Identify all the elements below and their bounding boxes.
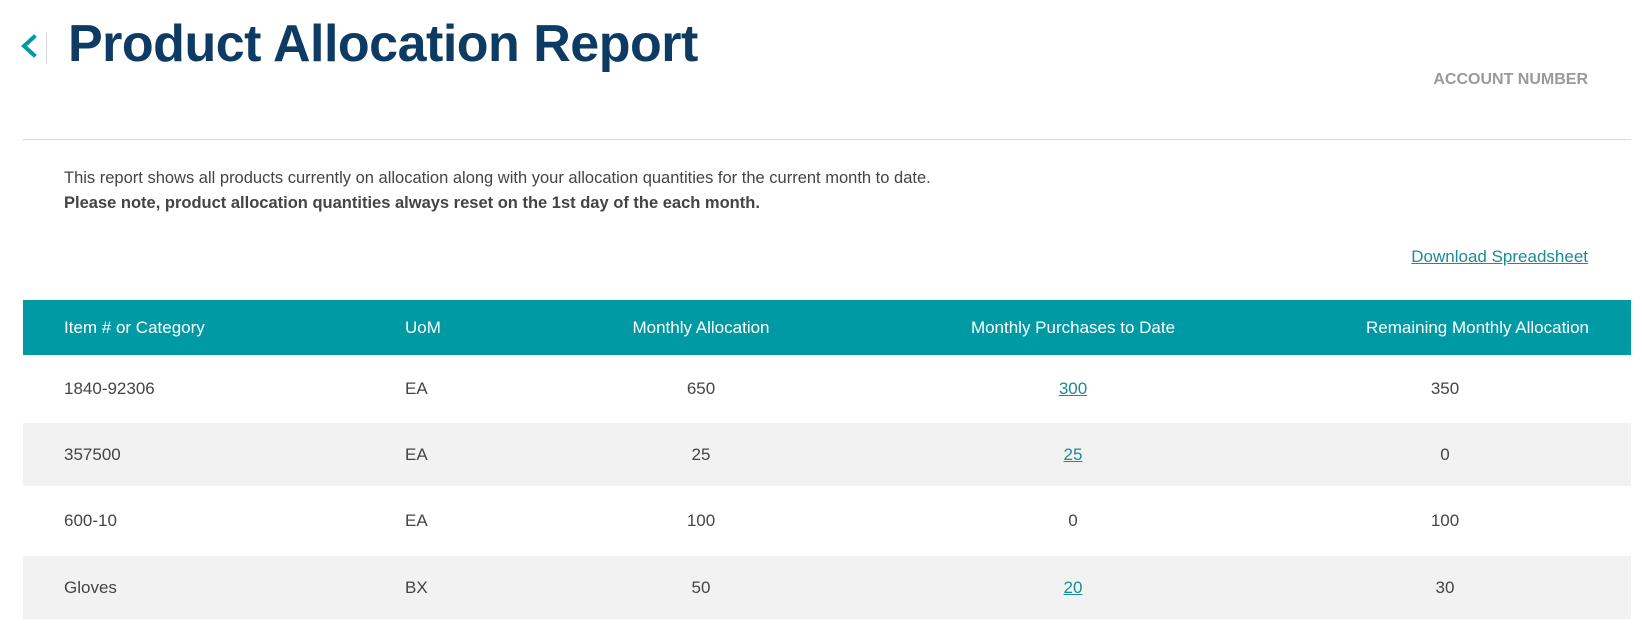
table-row: 1840-92306 EA 650 300 350 xyxy=(23,355,1631,423)
account-number-label: ACCOUNT NUMBER xyxy=(1433,71,1588,88)
column-header-monthly-allocation[interactable]: Monthly Allocation xyxy=(515,300,887,355)
uom-cell: EA xyxy=(405,511,428,530)
description-text: This report shows all products currently… xyxy=(64,169,931,187)
purchases-cell: 20 xyxy=(887,556,1259,619)
purchases-link[interactable]: 20 xyxy=(1064,578,1083,597)
download-spreadsheet-link[interactable]: Download Spreadsheet xyxy=(1411,247,1588,267)
column-header-item[interactable]: Item # or Category xyxy=(23,300,374,355)
item-cell: 600-10 xyxy=(64,511,117,530)
column-header-monthly-purchases[interactable]: Monthly Purchases to Date xyxy=(887,300,1259,355)
report-description: This report shows all products currently… xyxy=(64,166,931,216)
column-header-uom[interactable]: UoM xyxy=(374,300,515,355)
back-button[interactable] xyxy=(14,30,48,64)
page-header: Product Allocation Report ACCOUNT NUMBER xyxy=(0,0,1642,140)
reset-note: Please note, product allocation quantiti… xyxy=(64,194,760,212)
allocation-cell: 25 xyxy=(515,423,887,486)
header-divider xyxy=(23,139,1631,140)
page-title: Product Allocation Report xyxy=(68,15,698,73)
table-row: 357500 EA 25 25 0 xyxy=(23,423,1631,486)
table-row: 600-10 EA 100 0 100 xyxy=(23,486,1631,556)
remaining-cell: 30 xyxy=(1259,556,1631,619)
remaining-cell: 350 xyxy=(1430,379,1460,398)
back-divider xyxy=(46,33,47,63)
column-header-remaining-allocation[interactable]: Remaining Monthly Allocation xyxy=(1259,300,1631,355)
allocation-cell: 50 xyxy=(515,556,887,619)
remaining-cell: 100 xyxy=(1430,511,1460,530)
uom-cell: EA xyxy=(405,379,428,398)
item-cell: 357500 xyxy=(23,423,374,486)
table-header-row: Item # or Category UoM Monthly Allocatio… xyxy=(23,300,1631,355)
chevron-left-icon xyxy=(21,34,37,58)
item-cell: 1840-92306 xyxy=(64,379,155,398)
purchases-cell: 0 xyxy=(1068,511,1078,530)
allocation-cell: 650 xyxy=(686,379,716,398)
table-row: Gloves BX 50 20 30 xyxy=(23,556,1631,619)
allocation-table: Item # or Category UoM Monthly Allocatio… xyxy=(23,300,1631,619)
purchases-cell: 300 xyxy=(887,355,1259,423)
allocation-report-page: Product Allocation Report ACCOUNT NUMBER… xyxy=(0,0,1642,628)
allocation-cell: 100 xyxy=(686,511,716,530)
remaining-cell: 0 xyxy=(1259,423,1631,486)
uom-cell: EA xyxy=(374,423,515,486)
purchases-link[interactable]: 300 xyxy=(1059,379,1087,398)
item-cell: Gloves xyxy=(23,556,374,619)
purchases-link[interactable]: 25 xyxy=(1064,445,1083,464)
purchases-cell: 25 xyxy=(887,423,1259,486)
uom-cell: BX xyxy=(374,556,515,619)
